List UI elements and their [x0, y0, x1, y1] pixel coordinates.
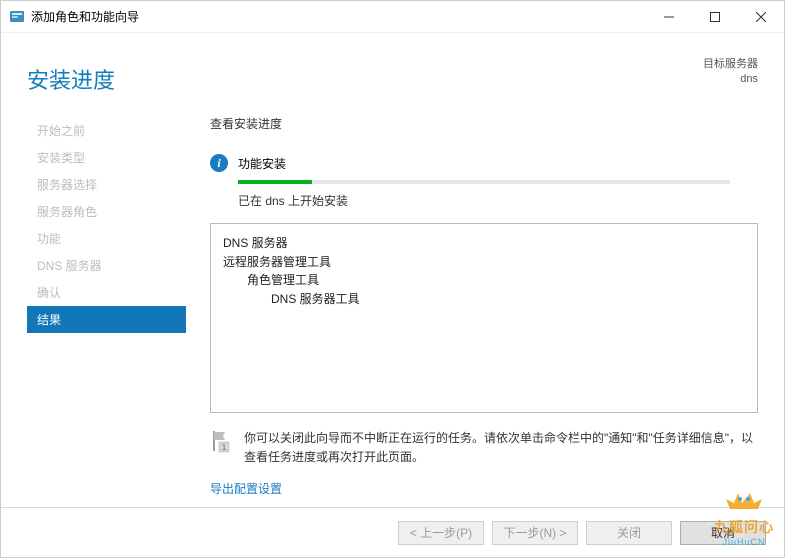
svg-text:1: 1: [222, 443, 227, 452]
feature-role-admin-tools: 角色管理工具: [223, 271, 745, 290]
cancel-button[interactable]: 取消: [680, 521, 766, 545]
close-wizard-button: 关闭: [586, 521, 672, 545]
maximize-button[interactable]: [692, 1, 738, 32]
note-row: 1 你可以关闭此向导而不中断正在运行的任务。请依次单击命令栏中的"通知"和"任务…: [210, 429, 758, 466]
export-config-link[interactable]: 导出配置设置: [210, 480, 282, 497]
body: 开始之前 安装类型 服务器选择 服务器角色 功能 DNS 服务器 确认 结果 查…: [1, 109, 784, 497]
sidebar-item-dns-server: DNS 服务器: [27, 252, 186, 279]
header: 安装进度 目标服务器 dns: [1, 33, 784, 109]
feature-dns-server-tools: DNS 服务器工具: [223, 290, 745, 309]
window-controls: [646, 1, 784, 32]
titlebar: 添加角色和功能向导: [1, 1, 784, 33]
flag-icon: 1: [210, 429, 232, 453]
sidebar-item-server-roles: 服务器角色: [27, 198, 186, 225]
progress-fill: [238, 180, 312, 184]
sidebar-item-server-selection: 服务器选择: [27, 171, 186, 198]
sidebar-item-installation-type: 安装类型: [27, 144, 186, 171]
feature-rsat: 远程服务器管理工具: [223, 253, 745, 272]
progress-bar: [238, 180, 730, 184]
sidebar-item-confirmation: 确认: [27, 279, 186, 306]
sidebar-item-before-you-begin: 开始之前: [27, 117, 186, 144]
section-label: 查看安装进度: [210, 115, 758, 132]
window-title: 添加角色和功能向导: [31, 8, 139, 25]
target-name: dns: [703, 72, 758, 87]
target-info: 目标服务器 dns: [703, 57, 758, 88]
content-pane: 查看安装进度 i 功能安装 已在 dns 上开始安装 DNS 服务器 远程服务器…: [186, 109, 758, 497]
sidebar-item-features: 功能: [27, 225, 186, 252]
progress-message: 已在 dns 上开始安装: [238, 192, 758, 209]
features-box: DNS 服务器 远程服务器管理工具 角色管理工具 DNS 服务器工具: [210, 223, 758, 413]
note-text: 你可以关闭此向导而不中断正在运行的任务。请依次单击命令栏中的"通知"和"任务详细…: [244, 429, 758, 466]
info-icon: i: [210, 154, 228, 172]
previous-button: < 上一步(P): [398, 521, 484, 545]
feature-dns-server: DNS 服务器: [223, 234, 745, 253]
status-title: 功能安装: [238, 155, 286, 172]
next-button: 下一步(N) >: [492, 521, 578, 545]
close-button[interactable]: [738, 1, 784, 32]
footer: < 上一步(P) 下一步(N) > 关闭 取消: [1, 507, 784, 557]
sidebar-item-results: 结果: [27, 306, 186, 333]
wizard-window: 添加角色和功能向导 安装进度 目标服务器 dns 开始之前 安装类型 服务器选择…: [0, 0, 785, 558]
page-heading: 安装进度: [27, 57, 115, 95]
wizard-sidebar: 开始之前 安装类型 服务器选择 服务器角色 功能 DNS 服务器 确认 结果: [27, 109, 186, 497]
status-row: i 功能安装: [210, 154, 758, 172]
minimize-button[interactable]: [646, 1, 692, 32]
target-label: 目标服务器: [703, 57, 758, 72]
app-icon: [9, 9, 25, 25]
